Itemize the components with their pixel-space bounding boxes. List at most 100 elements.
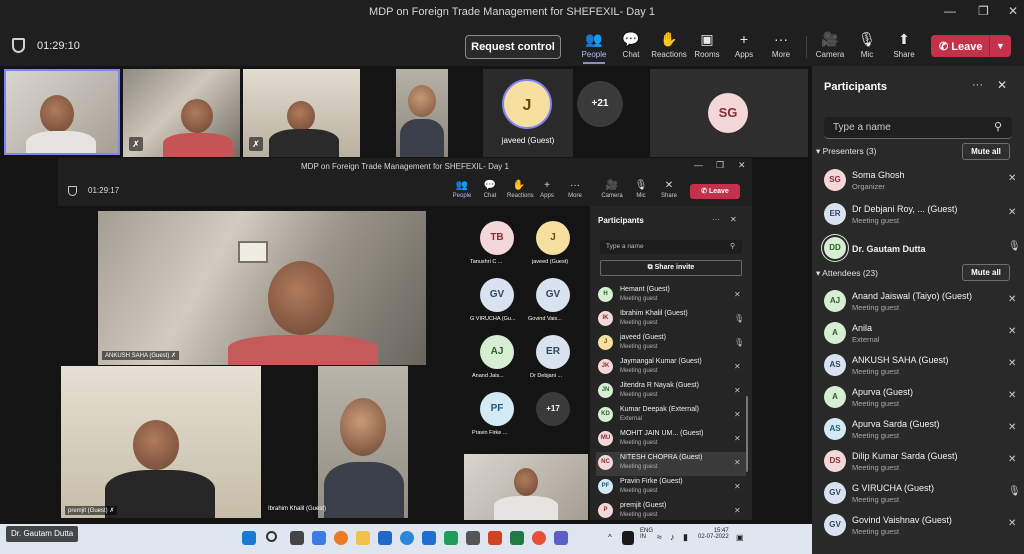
more-participants-button[interactable]: +21: [577, 81, 623, 127]
mic-off-icon[interactable]: ✕: [1008, 294, 1016, 305]
mic-off-icon[interactable]: ✕: [1008, 454, 1016, 465]
word-icon[interactable]: [378, 531, 392, 545]
mic-icon[interactable]: 🎙: [1008, 486, 1021, 497]
mic-off-icon[interactable]: ✕: [1008, 422, 1016, 433]
teams-icon[interactable]: [554, 531, 568, 545]
app-icon[interactable]: [466, 531, 480, 545]
minimize-icon[interactable]: —: [944, 4, 956, 18]
participant-row[interactable]: GV Govind Vaishnav (Guest) Meeting guest ✕: [824, 512, 1016, 542]
mic-button[interactable]: 🎙 Mic: [849, 30, 885, 64]
active-tab-indicator: [583, 62, 605, 64]
restore-icon[interactable]: ❐: [978, 4, 989, 18]
more-icon[interactable]: ···: [972, 79, 983, 91]
windows-taskbar: ^ ENG IN ≈ ♪ ▮ 15:47 02-07-2022 ▣: [0, 524, 812, 554]
shared-participant-row: PF Pravin Firke (Guest) Meeting guest ✕: [596, 476, 746, 500]
mic-icon: 🎙: [634, 180, 648, 191]
leave-button[interactable]: ✆ Leave ▼: [931, 35, 1011, 57]
chat-button[interactable]: 💬 Chat: [613, 30, 649, 64]
mic-off-icon[interactable]: ✕: [1008, 518, 1016, 529]
leave-label: ✆ Leave: [939, 41, 983, 53]
mute-all-attendees-button[interactable]: Mute all: [962, 264, 1010, 281]
avatar-tile-javeed[interactable]: J javeed (Guest): [483, 69, 573, 157]
speaker-icon[interactable]: ♪: [670, 532, 675, 542]
participant-row[interactable]: AJ Anand Jaiswal (Taiyo) (Guest) Meeting g…: [824, 288, 1016, 318]
participant-row[interactable]: DD Dr. Gautam Dutta 🎙: [824, 235, 1021, 265]
search-icon[interactable]: [266, 531, 277, 542]
chat-label: Chat: [622, 50, 640, 59]
rooms-button[interactable]: ▣ Rooms: [689, 30, 725, 64]
participant-role: Meeting guest: [852, 216, 900, 225]
avatar-tile-sg[interactable]: SG: [650, 69, 808, 157]
chrome-icon[interactable]: [532, 531, 546, 545]
participant-row[interactable]: GV G VIRUCHA (Guest) Meeting guest 🎙: [824, 480, 1021, 510]
request-control-button[interactable]: Request control: [465, 35, 561, 59]
close-icon[interactable]: ✕: [997, 78, 1007, 92]
participant-row[interactable]: A Apurva (Guest) Meeting guest ✕: [824, 384, 1016, 414]
chevron-down-icon[interactable]: ▼: [989, 35, 1011, 57]
chrome-icon[interactable]: [444, 531, 458, 545]
shared-participant-row: JN Jitendra R Nayak (Guest) Meeting guest ✕: [596, 380, 746, 404]
widgets-icon[interactable]: [312, 531, 326, 545]
participant-search-input[interactable]: Type a name ⚲: [824, 117, 1012, 139]
notifications-icon[interactable]: ▣: [736, 533, 744, 542]
participant-name: Tanushri C ...: [470, 259, 503, 265]
apps-button[interactable]: + Apps: [726, 30, 762, 64]
clock[interactable]: 15:47 02-07-2022: [698, 528, 729, 540]
participant-row[interactable]: ER Dr Debjani Roy, ... (Guest) Meeting gue…: [824, 201, 1016, 231]
participant-name: Hemant (Guest): [620, 286, 670, 293]
attendees-section-header[interactable]: ▾ Attendees (23): [816, 268, 878, 279]
participant-row[interactable]: DS Dilip Kumar Sarda (Guest) Meeting guest…: [824, 448, 1016, 478]
wifi-icon[interactable]: ≈: [657, 532, 662, 542]
participant-name: Govind Vais...: [528, 316, 562, 322]
powerpoint-icon[interactable]: [488, 531, 502, 545]
mic-icon[interactable]: 🎙: [1008, 241, 1021, 252]
store-icon[interactable]: [422, 531, 436, 545]
participant-row[interactable]: SG Soma Ghosh Organizer ✕: [824, 167, 1016, 197]
firefox-icon[interactable]: [334, 531, 348, 545]
apps-icon: +: [544, 180, 550, 191]
start-icon[interactable]: [242, 531, 256, 545]
search-icon[interactable]: ⚲: [994, 120, 1002, 133]
presenters-section-header[interactable]: ▾ Presenters (3): [816, 146, 877, 157]
video-tile-ibrahim[interactable]: [396, 69, 448, 157]
task-view-icon[interactable]: [290, 531, 304, 545]
battery-icon[interactable]: ▮: [683, 532, 688, 543]
reactions-button[interactable]: ✋ Reactions: [651, 30, 687, 64]
people-button[interactable]: 👥 People: [576, 30, 612, 64]
participant-name: Dr Debjani Roy, ... (Guest): [852, 204, 958, 214]
mic-off-icon[interactable]: ✕: [1008, 207, 1016, 218]
video-tile-ankush[interactable]: ✗: [123, 69, 240, 157]
meeting-stage: ✗ ✗ J javeed (Guest) +21 SG MDP on Forei…: [0, 66, 812, 554]
tray-app-icon[interactable]: [622, 531, 634, 545]
video-tile-gautam[interactable]: [4, 69, 120, 155]
tray-chevron-icon[interactable]: ^: [608, 533, 612, 542]
camera-button[interactable]: 🎥 Camera: [812, 30, 848, 64]
mic-off-icon[interactable]: ✕: [1008, 173, 1016, 184]
camera-off-icon: 🎥: [821, 31, 839, 47]
mic-off-icon[interactable]: ✕: [1008, 390, 1016, 401]
more-button[interactable]: ··· More: [763, 30, 799, 64]
reactions-icon: ✋: [512, 180, 526, 191]
participant-name: Apurva Sarda (Guest): [852, 419, 940, 429]
avatar: H: [598, 287, 613, 302]
avatar: P: [598, 503, 613, 518]
participant-row[interactable]: AS ANKUSH SAHA (Guest) Meeting guest ✕: [824, 352, 1016, 382]
apps-label: Apps: [734, 50, 754, 59]
participant-shirt: [494, 496, 558, 520]
mic-off-icon[interactable]: ✕: [1008, 326, 1016, 337]
share-button[interactable]: ⬆ Share: [886, 30, 922, 64]
language-indicator[interactable]: ENG IN: [640, 528, 653, 540]
mic-off-icon[interactable]: ✕: [1008, 358, 1016, 369]
excel-icon[interactable]: [510, 531, 524, 545]
video-tile-premjit[interactable]: ✗: [243, 69, 360, 157]
participant-row[interactable]: A Anila External ✕: [824, 320, 1016, 350]
close-icon[interactable]: ✕: [1008, 4, 1018, 18]
share-label: Share: [660, 193, 677, 199]
participant-shirt: [163, 133, 233, 157]
file-explorer-icon[interactable]: [356, 531, 370, 545]
mute-all-presenters-button[interactable]: Mute all: [962, 143, 1010, 160]
participant-row[interactable]: AS Apurva Sarda (Guest) Meeting guest ✕: [824, 416, 1016, 446]
participant-shirt: [26, 131, 96, 153]
chat-icon: 💬: [622, 31, 640, 47]
edge-icon[interactable]: [400, 531, 414, 545]
